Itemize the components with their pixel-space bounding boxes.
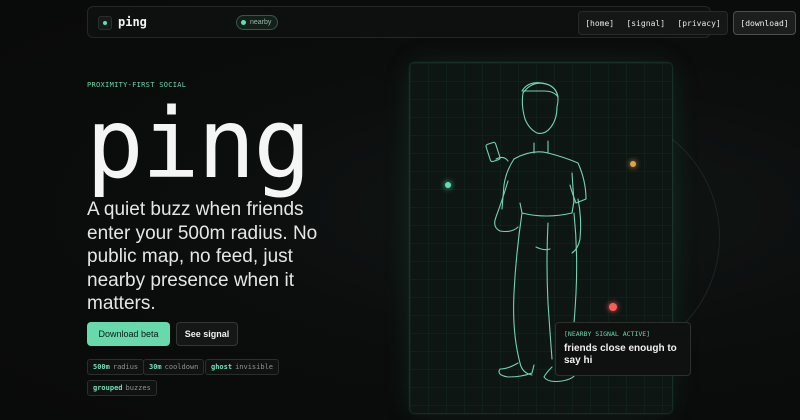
chip-value: 500m	[93, 363, 110, 371]
nearby-badge-label: nearby	[250, 19, 272, 26]
nearby-friend-dot-amber	[630, 161, 636, 167]
chip-value: grouped	[93, 384, 123, 392]
chip-label: buzzes	[125, 384, 151, 392]
signal-message: friends close enough to say hi	[564, 343, 677, 366]
signal-status-label: [NEARBY SIGNAL ACTIVE]	[564, 330, 651, 338]
nearby-friend-dot-red	[609, 303, 617, 311]
chip-value: ghost	[211, 363, 233, 371]
status-dot-icon	[241, 20, 246, 25]
feature-chip-ghost: ghost invisible	[205, 359, 280, 375]
logo-icon[interactable]	[98, 16, 112, 30]
feature-chip-cooldown: 30m cooldown	[143, 359, 205, 375]
hero-description: A quiet buzz when friends enter your 500…	[87, 199, 318, 314]
brand-name[interactable]: ping	[118, 15, 147, 29]
chip-label: cooldown	[164, 363, 199, 371]
nav-link-signal[interactable]: [signal]	[626, 19, 665, 28]
nearby-friend-dot-green	[445, 182, 451, 188]
feature-chip-grouped: grouped buzzes	[87, 380, 157, 396]
feature-chip-radius: 500m radius	[87, 359, 145, 375]
nav-download-button[interactable]: [download]	[733, 11, 796, 35]
chip-value: 30m	[149, 363, 162, 371]
nearby-badge: nearby	[236, 15, 279, 30]
top-nav: ping nearby [home] [signal] [privacy] [d…	[87, 6, 796, 38]
hero-title: ping	[86, 88, 311, 200]
chip-label: radius	[112, 363, 139, 371]
nav-links: [home] [signal] [privacy]	[578, 11, 728, 35]
see-signal-button[interactable]: See signal	[176, 322, 238, 346]
nav-link-privacy[interactable]: [privacy]	[677, 19, 720, 28]
download-beta-button[interactable]: Download beta	[87, 322, 170, 346]
nearby-signal-card: [NEARBY SIGNAL ACTIVE] friends close eno…	[555, 322, 691, 376]
chip-label: invisible	[235, 363, 274, 371]
nav-link-home[interactable]: [home]	[585, 19, 614, 28]
